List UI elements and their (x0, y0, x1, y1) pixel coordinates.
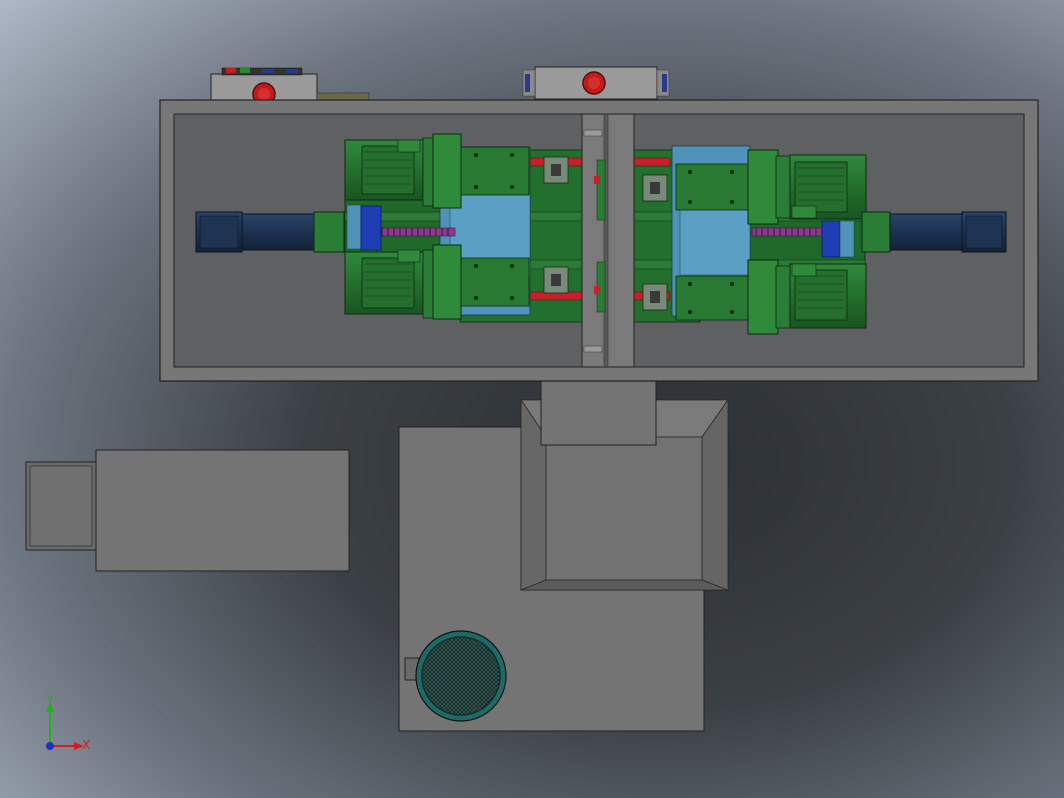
bearing-block-left[interactable] (346, 204, 382, 251)
clamp-lower-right[interactable] (642, 283, 668, 311)
chute[interactable] (540, 379, 657, 446)
z-axis-dot (46, 742, 54, 750)
center-divider[interactable] (581, 113, 635, 368)
stop-button-right[interactable] (582, 71, 606, 95)
clamp-upper-right[interactable] (642, 174, 668, 202)
clamp-lower-left[interactable] (543, 266, 569, 294)
axis-triad: X Y (45, 693, 90, 752)
clamp-upper-left[interactable] (543, 156, 569, 184)
side-cabinet[interactable] (25, 449, 350, 572)
y-axis-label: Y (45, 693, 54, 707)
bearing-block-right[interactable] (821, 220, 855, 258)
ball-screw-right[interactable] (751, 227, 823, 237)
x-axis-label: X (82, 738, 90, 752)
cad-viewport[interactable]: X Y (0, 0, 1064, 798)
servo-motor-right[interactable] (861, 211, 1007, 253)
ball-screw-left[interactable] (379, 227, 456, 237)
servo-motor-left[interactable] (195, 211, 345, 253)
